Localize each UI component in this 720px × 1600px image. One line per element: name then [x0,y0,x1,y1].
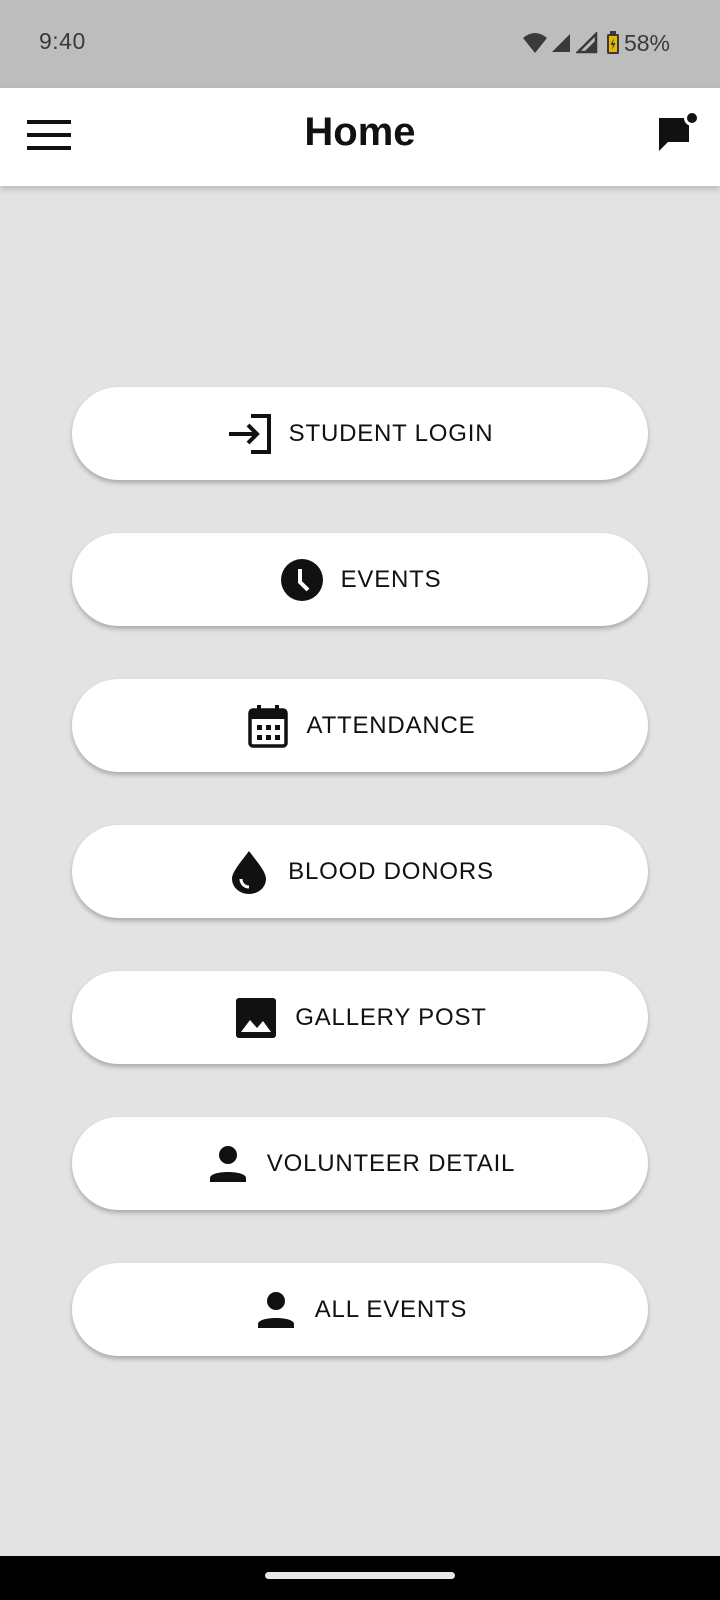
volunteer-detail-button[interactable]: VOLUNTEER DETAIL [72,1117,648,1210]
attendance-button[interactable]: ATTENDANCE [72,679,648,772]
gallery-post-label: GALLERY POST [295,1003,487,1031]
battery-charging-icon [606,31,620,55]
home-indicator[interactable] [265,1572,455,1579]
image-icon [233,995,279,1041]
wifi-icon [522,32,548,54]
person-icon [205,1141,251,1187]
signal-icon [550,32,572,54]
page-title: Home [304,110,416,154]
chat-notification-button[interactable] [650,108,706,164]
battery-percentage: 58% [623,29,670,56]
clock-icon [279,557,325,603]
main-menu: STUDENT LOGIN EVENTS ATTENDANCE BLOOD DO… [72,387,648,1409]
student-login-button[interactable]: STUDENT LOGIN [72,387,648,480]
all-events-label: ALL EVENTS [314,1295,468,1323]
student-login-label: STUDENT LOGIN [288,419,494,447]
gallery-post-button[interactable]: GALLERY POST [72,971,648,1064]
calendar-icon [245,703,291,749]
chat-notification-icon [656,109,700,161]
events-button[interactable]: EVENTS [72,533,648,626]
volunteer-detail-label: VOLUNTEER DETAIL [266,1149,516,1177]
person-icon [253,1287,299,1333]
blood-donors-button[interactable]: BLOOD DONORS [72,825,648,918]
status-time: 9:40 [39,28,86,54]
blood-drop-icon [226,849,272,895]
blood-donors-label: BLOOD DONORS [288,857,494,885]
status-bar: 9:40 58% [0,0,720,88]
attendance-label: ATTENDANCE [306,711,476,739]
login-icon [227,411,273,457]
events-label: EVENTS [340,565,442,593]
status-icons: 58% [522,29,670,57]
system-navigation-bar [0,1556,720,1600]
signal-icon [575,32,598,54]
all-events-button[interactable]: ALL EVENTS [72,1263,648,1356]
app-bar: Home [0,88,720,186]
